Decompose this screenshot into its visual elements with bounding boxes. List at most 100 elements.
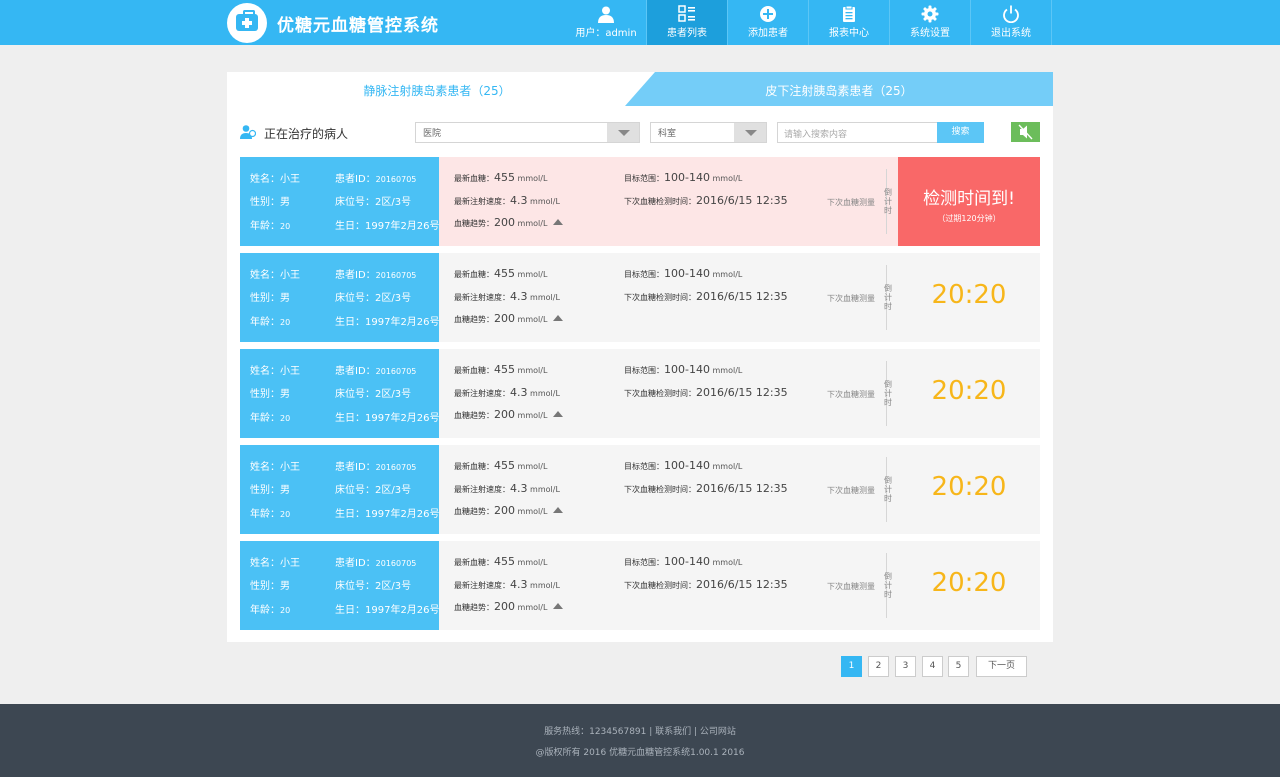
patient-id: 患者ID：20160705 xyxy=(335,558,417,569)
target-range: 目标范围：100-140 mmol/L xyxy=(624,267,743,280)
patients-icon xyxy=(240,125,256,139)
page-button[interactable]: 2 xyxy=(868,656,889,677)
patient-panel: 静脉注射胰岛素患者（25） 皮下注射胰岛素患者（25） 正在治疗的病人 医院 科… xyxy=(227,72,1053,642)
page-button[interactable]: 5 xyxy=(948,656,969,677)
nav-report-center[interactable]: 报表中心 xyxy=(809,0,890,45)
nav-label: 报表中心 xyxy=(829,28,869,39)
patient-birthday: 生日：1997年2月26号 xyxy=(335,317,440,328)
department-select-value: 科室 xyxy=(658,129,677,139)
page-button[interactable]: 3 xyxy=(895,656,916,677)
alarm-message: 检测时间到! xyxy=(923,189,1015,209)
footer-copyright: @版权所有 2016 优糖元血糖管控系统1.00.1 2016 xyxy=(535,748,745,758)
patient-gender: 性别：男 xyxy=(250,581,290,592)
patient-row[interactable]: 姓名：小王 患者ID：20160705 性别：男 床位号：2区/3号 年龄：20 生日：1… xyxy=(240,253,1040,342)
patient-bed: 床位号：2区/3号 xyxy=(335,293,412,304)
patient-id: 患者ID：20160705 xyxy=(335,366,417,377)
hospital-select[interactable]: 医院 xyxy=(415,122,640,143)
latest-glucose: 最新血糖：455 mmol/L xyxy=(454,363,548,376)
countdown-box: 20:20 xyxy=(898,253,1040,342)
countdown-value: 20:20 xyxy=(931,568,1007,598)
hospital-select-value: 医院 xyxy=(423,129,442,139)
patient-row[interactable]: 姓名：小王 患者ID：20160705 性别：男 床位号：2区/3号 年龄：20 生日：1… xyxy=(240,445,1040,534)
nav-settings[interactable]: 系统设置 xyxy=(890,0,971,45)
patient-birthday: 生日：1997年2月26号 xyxy=(335,221,440,232)
user-icon xyxy=(598,6,614,23)
glucose-trend: 血糖趋势：200 mmol/L xyxy=(454,216,564,229)
nav-patient-list[interactable]: 患者列表 xyxy=(647,0,728,45)
target-range: 目标范围：100-140 mmol/L xyxy=(624,459,743,472)
injection-speed: 最新注射速度：4.3 mmol/L xyxy=(454,482,560,495)
patient-gender: 性别：男 xyxy=(250,197,290,208)
user-label: 用户：admin xyxy=(575,28,637,39)
patient-info: 姓名：小王 患者ID：20160705 性别：男 床位号：2区/3号 年龄：20 生日：1… xyxy=(240,349,440,438)
patient-row[interactable]: 姓名：小王 患者ID：20160705 性别：男 床位号：2区/3号 年龄：20 生日：1… xyxy=(240,157,1040,246)
glucose-trend: 血糖趋势：200 mmol/L xyxy=(454,312,564,325)
mute-button[interactable] xyxy=(1011,122,1040,142)
patient-bed: 床位号：2区/3号 xyxy=(335,389,412,400)
patient-birthday: 生日：1997年2月26号 xyxy=(335,605,440,616)
nav-label: 系统设置 xyxy=(910,28,950,39)
patient-row[interactable]: 姓名：小王 患者ID：20160705 性别：男 床位号：2区/3号 年龄：20 生日：1… xyxy=(240,541,1040,630)
countdown-box: 20:20 xyxy=(898,445,1040,534)
patient-bed: 床位号：2区/3号 xyxy=(335,197,412,208)
footer: 服务热线：1234567891 | 联系我们 | 公司网站 @版权所有 2016… xyxy=(0,704,1280,777)
patient-bed: 床位号：2区/3号 xyxy=(335,485,412,496)
next-page-button[interactable]: 下一页 xyxy=(976,656,1027,677)
next-measure-label: 下次血糖测量 xyxy=(827,582,875,591)
search-input[interactable]: 请输入搜索内容 xyxy=(777,122,938,143)
nav-logout[interactable]: 退出系统 xyxy=(971,0,1052,45)
gear-icon xyxy=(921,5,939,23)
page-button[interactable]: 1 xyxy=(841,656,862,677)
next-check-time: 下次血糖检测时间：2016/6/15 12:35 xyxy=(624,290,788,303)
report-icon xyxy=(843,5,855,22)
patient-name: 姓名：小王 xyxy=(250,558,300,569)
countdown-label: 倒计时 xyxy=(884,188,892,215)
countdown-label: 倒计时 xyxy=(884,380,892,407)
patient-info: 姓名：小王 患者ID：20160705 性别：男 床位号：2区/3号 年龄：20 生日：1… xyxy=(240,157,440,246)
trend-up-icon xyxy=(553,219,564,225)
power-icon xyxy=(1003,5,1019,23)
target-range: 目标范围：100-140 mmol/L xyxy=(624,555,743,568)
countdown-label: 倒计时 xyxy=(884,572,892,599)
trend-up-icon xyxy=(553,411,564,417)
target-range: 目标范围：100-140 mmol/L xyxy=(624,171,743,184)
department-select[interactable]: 科室 xyxy=(650,122,767,143)
next-measure-label: 下次血糖测量 xyxy=(827,486,875,495)
countdown-value: 20:20 xyxy=(931,376,1007,406)
trend-up-icon xyxy=(553,315,564,321)
tab-subcutaneous-injection[interactable]: 皮下注射胰岛素患者（25） xyxy=(625,72,1053,106)
patient-birthday: 生日：1997年2月26号 xyxy=(335,413,440,424)
medical-kit-icon xyxy=(227,3,267,43)
target-range: 目标范围：100-140 mmol/L xyxy=(624,363,743,376)
next-measure-label: 下次血糖测量 xyxy=(827,198,875,207)
latest-glucose: 最新血糖：455 mmol/L xyxy=(454,171,548,184)
main-nav: 用户：admin 患者列表 添加患者 报表中心 系统设置 退出系统 xyxy=(566,0,1052,45)
patient-name: 姓名：小王 xyxy=(250,270,300,281)
patient-gender: 性别：男 xyxy=(250,293,290,304)
patient-info: 姓名：小王 患者ID：20160705 性别：男 床位号：2区/3号 年龄：20 生日：1… xyxy=(240,253,440,342)
countdown-box: 20:20 xyxy=(898,541,1040,630)
add-icon xyxy=(760,6,776,22)
latest-glucose: 最新血糖：455 mmol/L xyxy=(454,459,548,472)
patient-row[interactable]: 姓名：小王 患者ID：20160705 性别：男 床位号：2区/3号 年龄：20 生日：1… xyxy=(240,349,1040,438)
injection-speed: 最新注射速度：4.3 mmol/L xyxy=(454,386,560,399)
patient-name: 姓名：小王 xyxy=(250,174,300,185)
section-title: 正在治疗的病人 xyxy=(264,127,349,141)
search-button[interactable]: 搜索 xyxy=(937,122,984,143)
next-measure-label: 下次血糖测量 xyxy=(827,390,875,399)
patient-age: 年龄：20 xyxy=(250,413,291,424)
glucose-trend: 血糖趋势：200 mmol/L xyxy=(454,408,564,421)
latest-glucose: 最新血糖：455 mmol/L xyxy=(454,555,548,568)
page-button[interactable]: 4 xyxy=(922,656,943,677)
countdown-box: 20:20 xyxy=(898,349,1040,438)
tab-iv-injection[interactable]: 静脉注射胰岛素患者（25） xyxy=(227,72,647,106)
glucose-trend: 血糖趋势：200 mmol/L xyxy=(454,600,564,613)
injection-speed: 最新注射速度：4.3 mmol/L xyxy=(454,578,560,591)
patient-age: 年龄：20 xyxy=(250,317,291,328)
nav-label: 患者列表 xyxy=(667,28,707,39)
patient-info: 姓名：小王 患者ID：20160705 性别：男 床位号：2区/3号 年龄：20 生日：1… xyxy=(240,541,440,630)
trend-up-icon xyxy=(553,507,564,513)
nav-add-patient[interactable]: 添加患者 xyxy=(728,0,809,45)
nav-user[interactable]: 用户：admin xyxy=(566,0,647,45)
patient-age: 年龄：20 xyxy=(250,509,291,520)
